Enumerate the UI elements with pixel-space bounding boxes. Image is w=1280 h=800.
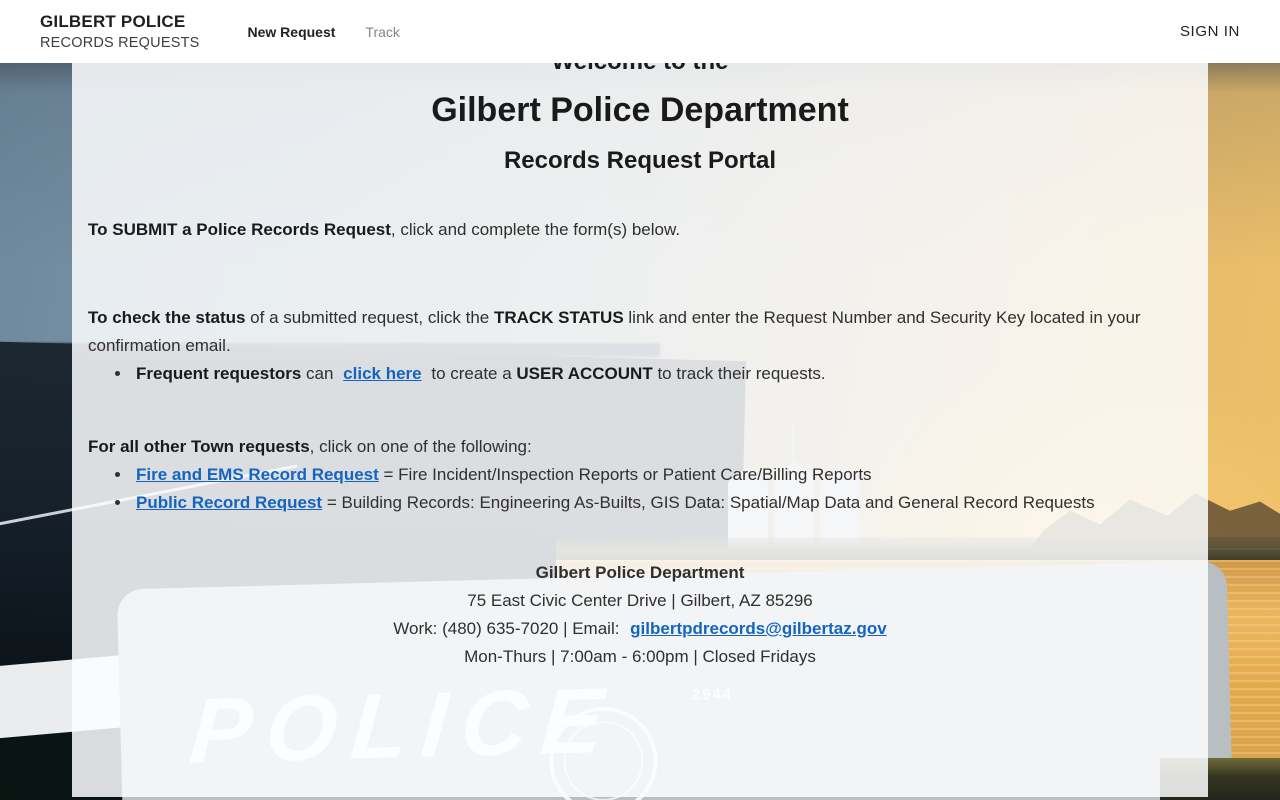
footer-address: 75 East Civic Center Drive | Gilbert, AZ… bbox=[467, 591, 813, 610]
footer-contact-line: Work: (480) 635-7020 | Email: gilbertpdr… bbox=[88, 615, 1192, 643]
status-instructions: To check the status of a submitted reque… bbox=[88, 304, 1192, 360]
other-requests-list: Fire and EMS Record Request = Fire Incid… bbox=[88, 461, 1192, 517]
user-account-bold: USER ACCOUNT bbox=[516, 364, 653, 383]
frequent-mid2: to create a bbox=[426, 364, 517, 383]
public-record-request-link[interactable]: Public Record Request bbox=[136, 493, 322, 512]
public-record-item: Public Record Request = Building Records… bbox=[132, 489, 1192, 517]
contact-footer: Gilbert Police Department 75 East Civic … bbox=[88, 559, 1192, 671]
public-record-description: = Building Records: Engineering As-Built… bbox=[322, 493, 1095, 512]
frequent-requestors-item: Frequent requestors can click here to cr… bbox=[132, 360, 1192, 388]
frequent-bold: Frequent requestors bbox=[136, 364, 302, 383]
footer-hours: Mon-Thurs | 7:00am - 6:00pm | Closed Fri… bbox=[464, 647, 816, 666]
top-navigation-bar: GILBERT POLICE RECORDS REQUESTS New Requ… bbox=[0, 0, 1280, 63]
other-requests-intro: For all other Town requests, click on on… bbox=[88, 433, 1192, 461]
site-logo[interactable]: GILBERT POLICE RECORDS REQUESTS bbox=[40, 11, 200, 52]
nav-item-new-request[interactable]: New Request bbox=[248, 24, 336, 40]
nav-item-track[interactable]: Track bbox=[365, 24, 399, 40]
frequent-requestors-list: Frequent requestors can click here to cr… bbox=[88, 360, 1192, 388]
footer-department-name: Gilbert Police Department bbox=[535, 563, 745, 582]
submit-instructions-rest: , click and complete the form(s) below. bbox=[390, 220, 681, 239]
click-here-link[interactable]: click here bbox=[343, 364, 421, 383]
frequent-mid1: can bbox=[301, 364, 339, 383]
fire-ems-description: = Fire Incident/Inspection Reports or Pa… bbox=[378, 465, 872, 484]
status-bold: To check the status bbox=[88, 308, 246, 327]
track-status-bold: TRACK STATUS bbox=[493, 308, 624, 327]
logo-title: GILBERT POLICE bbox=[40, 11, 186, 31]
other-requests-bold: For all other Town requests bbox=[88, 437, 310, 456]
primary-nav: New Request Track bbox=[248, 24, 400, 40]
sign-in-button[interactable]: SIGN IN bbox=[1180, 23, 1240, 40]
status-mid: of a submitted request, click the bbox=[245, 308, 494, 327]
frequent-rest: to track their requests. bbox=[652, 364, 826, 383]
submit-instructions: To SUBMIT a Police Records Request, clic… bbox=[88, 216, 1192, 244]
fire-ems-item: Fire and EMS Record Request = Fire Incid… bbox=[132, 461, 1192, 489]
portal-subtitle: Records Request Portal bbox=[503, 147, 777, 174]
submit-instructions-bold: To SUBMIT a Police Records Request bbox=[88, 220, 391, 239]
logo-subtitle: RECORDS REQUESTS bbox=[40, 35, 200, 52]
footer-contact-prefix: Work: (480) 635-7020 | Email: bbox=[393, 619, 625, 638]
welcome-card: Welcome to the Gilbert Police Department… bbox=[72, 25, 1208, 797]
department-title: Gilbert Police Department bbox=[431, 91, 849, 129]
fire-ems-request-link[interactable]: Fire and EMS Record Request bbox=[136, 465, 379, 484]
records-email-link[interactable]: gilbertpdrecords@gilbertaz.gov bbox=[630, 619, 887, 638]
other-requests-rest: , click on one of the following: bbox=[309, 437, 532, 456]
